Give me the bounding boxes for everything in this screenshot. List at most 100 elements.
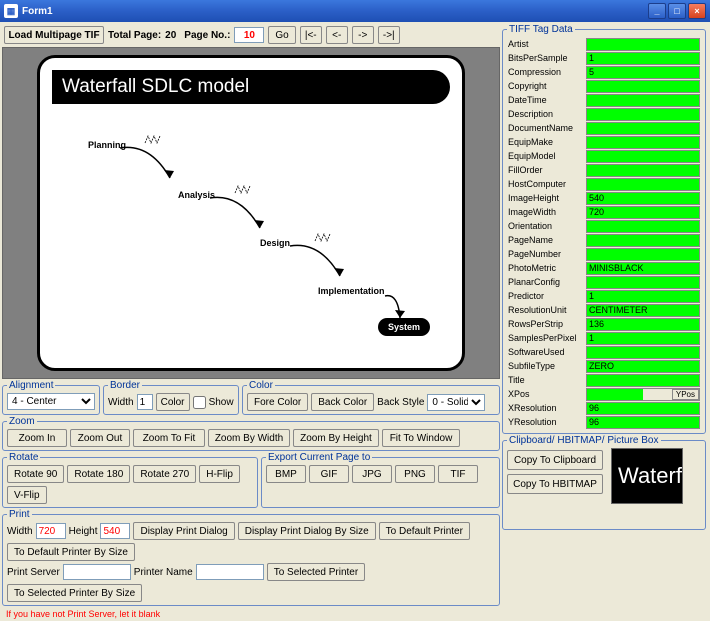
tiff-label-subfiletype: SubfileType <box>508 360 584 373</box>
tiff-value-hostcomputer[interactable] <box>586 178 700 191</box>
window-title: Form1 <box>22 6 648 17</box>
printer-name-input[interactable] <box>196 564 264 580</box>
print-legend: Print <box>7 509 32 520</box>
last-page-button[interactable]: ->| <box>378 26 400 44</box>
tiff-value-copyright[interactable] <box>586 80 700 93</box>
tiff-value-imageheight[interactable]: 540 <box>586 192 700 205</box>
tiff-value-imagewidth[interactable]: 720 <box>586 206 700 219</box>
tiff-label-pagename: PageName <box>508 234 584 247</box>
tiff-value-photometric[interactable]: MINISBLACK <box>586 262 700 275</box>
tiff-label-photometric: PhotoMetric <box>508 262 584 275</box>
tiff-label-description: Description <box>508 108 584 121</box>
load-multipage-button[interactable]: Load Multipage TIF <box>4 26 104 44</box>
tiff-value-rowsperstrip[interactable]: 136 <box>586 318 700 331</box>
print-height-input[interactable] <box>100 523 130 539</box>
tiff-value-resolutionunit[interactable]: CENTIMETER <box>586 304 700 317</box>
tiff-value-bitspersample[interactable]: 1 <box>586 52 700 65</box>
tiff-label-hostcomputer: HostComputer <box>508 178 584 191</box>
zoom-fit-button[interactable]: Zoom To Fit <box>133 429 205 447</box>
stage-analysis: Analysis <box>178 190 215 200</box>
zoom-legend: Zoom <box>7 416 37 427</box>
vflip-button[interactable]: V-Flip <box>7 486 47 504</box>
prev-page-button[interactable]: <- <box>326 26 348 44</box>
export-gif-button[interactable]: GIF <box>309 465 349 483</box>
print-width-input[interactable] <box>36 523 66 539</box>
zoom-height-button[interactable]: Zoom By Height <box>293 429 379 447</box>
export-png-button[interactable]: PNG <box>395 465 435 483</box>
stage-implementation: Implementation <box>318 286 385 296</box>
next-page-button[interactable]: -> <box>352 26 374 44</box>
first-page-button[interactable]: |<- <box>300 26 322 44</box>
maximize-button[interactable]: □ <box>668 3 686 19</box>
tiff-value-planarconfig[interactable] <box>586 276 700 289</box>
zoom-width-button[interactable]: Zoom By Width <box>208 429 290 447</box>
print-width-label: Width <box>7 526 33 537</box>
back-style-label: Back Style <box>377 397 424 408</box>
tiff-label-equipmake: EquipMake <box>508 136 584 149</box>
total-page-value: 20 <box>165 30 176 41</box>
print-dialog-size-button[interactable]: Display Print Dialog By Size <box>238 522 376 540</box>
to-selected-printer-size-button[interactable]: To Selected Printer By Size <box>7 584 142 602</box>
tiff-value-samplesperpixel[interactable]: 1 <box>586 332 700 345</box>
top-toolbar: Load Multipage TIF Total Page: 20 Page N… <box>2 24 500 46</box>
tiff-value-xpos[interactable]: YPos <box>586 388 700 401</box>
tiff-value-softwareused[interactable] <box>586 346 700 359</box>
fore-color-button[interactable]: Fore Color <box>247 393 308 411</box>
tiff-label-title: Title <box>508 374 584 387</box>
tiff-value-title[interactable] <box>586 374 700 387</box>
to-selected-printer-button[interactable]: To Selected Printer <box>267 563 366 581</box>
tiff-label-softwareused: SoftwareUsed <box>508 346 584 359</box>
zoom-in-button[interactable]: Zoom In <box>7 429 67 447</box>
tiff-value-predictor[interactable]: 1 <box>586 290 700 303</box>
copy-hbitmap-button[interactable]: Copy To HBITMAP <box>507 474 603 494</box>
tiff-grid: ArtistBitsPerSample1Compression5Copyrigh… <box>507 37 701 430</box>
back-style-select[interactable]: 0 - Solid <box>427 394 485 411</box>
export-tif-button[interactable]: TIF <box>438 465 478 483</box>
fit-window-button[interactable]: Fit To Window <box>382 429 460 447</box>
tiff-value-subfiletype[interactable]: ZERO <box>586 360 700 373</box>
close-button[interactable]: × <box>688 3 706 19</box>
tiff-value-fillorder[interactable] <box>586 164 700 177</box>
tiff-value-equipmake[interactable] <box>586 136 700 149</box>
zoom-out-button[interactable]: Zoom Out <box>70 429 130 447</box>
tiff-value-artist[interactable] <box>586 38 700 51</box>
tiff-label-predictor: Predictor <box>508 290 584 303</box>
border-show-checkbox[interactable] <box>193 396 206 409</box>
to-default-printer-size-button[interactable]: To Default Printer By Size <box>7 543 135 561</box>
page-no-input[interactable] <box>234 27 264 43</box>
go-button[interactable]: Go <box>268 26 295 44</box>
hflip-button[interactable]: H-Flip <box>199 465 240 483</box>
tiff-value-equipmodel[interactable] <box>586 150 700 163</box>
minimize-button[interactable]: _ <box>648 3 666 19</box>
alignment-select[interactable]: 4 - Center <box>7 393 95 410</box>
tiff-label-rowsperstrip: RowsPerStrip <box>508 318 584 331</box>
rotate-270-button[interactable]: Rotate 270 <box>133 465 196 483</box>
tiff-value-pagenumber[interactable] <box>586 248 700 261</box>
tiff-value-datetime[interactable] <box>586 94 700 107</box>
tiff-value-description[interactable] <box>586 108 700 121</box>
tiff-label-imageheight: ImageHeight <box>508 192 584 205</box>
to-default-printer-button[interactable]: To Default Printer <box>379 522 470 540</box>
tiff-value-compression[interactable]: 5 <box>586 66 700 79</box>
rotate-90-button[interactable]: Rotate 90 <box>7 465 64 483</box>
tiff-label-artist: Artist <box>508 38 584 51</box>
rotate-180-button[interactable]: Rotate 180 <box>67 465 130 483</box>
tiff-value-pagename[interactable] <box>586 234 700 247</box>
print-dialog-button[interactable]: Display Print Dialog <box>133 522 234 540</box>
border-width-label: Width <box>108 397 134 408</box>
ypos-button[interactable]: YPos <box>672 389 699 400</box>
print-server-input[interactable] <box>63 564 131 580</box>
tiff-value-orientation[interactable] <box>586 220 700 233</box>
back-color-button[interactable]: Back Color <box>311 393 374 411</box>
rotate-legend: Rotate <box>7 452 40 463</box>
stage-design: Design <box>260 238 290 248</box>
tiff-value-xresolution[interactable]: 96 <box>586 402 700 415</box>
copy-clipboard-button[interactable]: Copy To Clipboard <box>507 450 603 470</box>
tiff-label-datetime: DateTime <box>508 94 584 107</box>
border-color-button[interactable]: Color <box>156 393 190 411</box>
border-width-input[interactable] <box>137 394 153 410</box>
tiff-value-yresolution[interactable]: 96 <box>586 416 700 429</box>
export-bmp-button[interactable]: BMP <box>266 465 306 483</box>
export-jpg-button[interactable]: JPG <box>352 465 392 483</box>
tiff-value-documentname[interactable] <box>586 122 700 135</box>
